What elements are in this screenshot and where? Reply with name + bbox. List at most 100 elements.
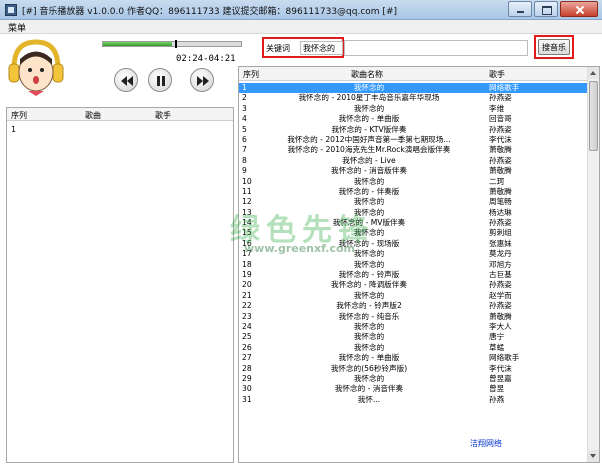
song-artist: 李代沫 <box>489 363 512 373</box>
song-row[interactable]: 19 我怀念的 - 铃声版 古巨基 <box>239 270 588 280</box>
song-row[interactable]: 18 我怀念的 邓旭方 <box>239 260 588 270</box>
song-name: 我怀念的 <box>353 103 385 113</box>
song-index: 3 <box>242 103 247 113</box>
vertical-scrollbar[interactable] <box>587 67 599 462</box>
song-row[interactable]: 23 我怀念的 - 纯音乐 萧敬腾 <box>239 312 588 322</box>
song-index: 2 <box>242 93 247 103</box>
playlist-col-index[interactable]: 序列 <box>11 110 27 121</box>
song-name: 我怀念的 - 降调版伴奏 <box>331 280 407 290</box>
song-row[interactable]: 25 我怀念的 唐宁 <box>239 332 588 342</box>
playlist-row[interactable]: 1 <box>11 125 16 134</box>
song-index: 5 <box>242 124 247 134</box>
song-index: 28 <box>242 363 252 373</box>
song-row[interactable]: 4 我怀念的 - 单曲版 回音哥 <box>239 114 588 124</box>
playlist-col-song[interactable]: 歌曲 <box>85 110 101 121</box>
keyword-input-extension[interactable] <box>344 40 528 56</box>
song-artist: 杨达琳 <box>489 207 512 217</box>
song-row[interactable]: 27 我怀念的 - 单曲版 网络歌手 <box>239 353 588 363</box>
song-row[interactable]: 9 我怀念的 - 消音版伴奏 萧敬腾 <box>239 166 588 176</box>
progress-bar[interactable] <box>102 40 242 48</box>
scroll-thumb[interactable] <box>589 81 598 151</box>
next-button[interactable] <box>190 68 214 92</box>
song-name: 我怀念的 - KTV版伴奏 <box>331 124 407 134</box>
song-index: 29 <box>242 373 252 383</box>
col-header-song-name[interactable]: 歌曲名称 <box>351 69 383 80</box>
song-artist: 李大人 <box>489 321 512 331</box>
song-index: 23 <box>242 311 252 321</box>
close-button[interactable] <box>560 1 598 17</box>
song-artist: 孙燕姿 <box>489 155 512 165</box>
col-header-index[interactable]: 序列 <box>243 69 259 80</box>
song-artist: 剪刺组 <box>489 228 512 238</box>
footer-link[interactable]: 洁翔网络 <box>470 438 502 449</box>
song-row[interactable]: 26 我怀念的 草蜢 <box>239 343 588 353</box>
song-name: 我怀念的 <box>353 321 385 331</box>
song-row[interactable]: 10 我怀念的 二珂 <box>239 177 588 187</box>
title-bar: [#] 音乐播放器 v1.0.0.0 作者QQ：896111733 建议提交邮箱… <box>0 0 602 20</box>
search-button-highlight: 搜音乐 <box>534 35 574 59</box>
song-row[interactable]: 6 我怀念的 - 2012中国好声音第一季第七期现场... 李代沫 <box>239 135 588 145</box>
previous-button[interactable] <box>114 68 138 92</box>
playlist-col-artist[interactable]: 歌手 <box>155 110 171 121</box>
song-row[interactable]: 22 我怀念的 - 铃声版2 孙燕姿 <box>239 301 588 311</box>
song-artist: 曾昱嘉 <box>489 373 512 383</box>
song-row[interactable]: 28 我怀念的(56秒铃声版) 李代沫 <box>239 364 588 374</box>
song-row[interactable]: 31 我怀... 孙燕 <box>239 395 588 405</box>
menu-bar: 菜单 <box>0 20 602 34</box>
song-row[interactable]: 11 我怀念的 - 伴奏版 萧敬腾 <box>239 187 588 197</box>
col-header-artist[interactable]: 歌手 <box>489 69 505 80</box>
song-row[interactable]: 30 我怀念的 - 消音伴奏 曾昱 <box>239 384 588 394</box>
song-index: 9 <box>242 166 247 176</box>
scroll-up-button[interactable] <box>588 67 599 79</box>
song-name: 我怀念的 - 消音版伴奏 <box>331 166 407 176</box>
song-name: 我怀念的 <box>353 259 385 269</box>
song-index: 19 <box>242 270 252 280</box>
song-artist: 孙燕姿 <box>489 301 512 311</box>
playlist-header: 序列 歌曲 歌手 <box>7 108 233 121</box>
search-music-button[interactable]: 搜音乐 <box>538 39 570 55</box>
song-name: 我怀念的 <box>353 290 385 300</box>
keyword-input[interactable] <box>300 41 343 55</box>
song-index: 24 <box>242 321 252 331</box>
maximize-button[interactable] <box>534 1 558 17</box>
song-name: 我怀念的 - 铃声版2 <box>336 301 402 311</box>
song-artist: 萧敬腾 <box>489 186 512 196</box>
song-row[interactable]: 3 我怀念的 李维 <box>239 104 588 114</box>
menu-item-main[interactable]: 菜单 <box>8 21 26 34</box>
song-row[interactable]: 29 我怀念的 曾昱嘉 <box>239 374 588 384</box>
song-index: 10 <box>242 176 252 186</box>
song-row[interactable]: 21 我怀念的 赵学而 <box>239 291 588 301</box>
song-index: 31 <box>242 394 252 404</box>
pause-button[interactable] <box>148 68 172 92</box>
song-row[interactable]: 24 我怀念的 李大人 <box>239 322 588 332</box>
minimize-button[interactable] <box>508 1 532 17</box>
avatar-icon <box>8 39 64 96</box>
song-row[interactable]: 7 我怀念的 - 2010海克先生Mr.Rock演唱会版伴奏 萧敬腾 <box>239 145 588 155</box>
scroll-down-button[interactable] <box>588 450 599 462</box>
song-row[interactable]: 1 我怀念的 网络歌手 <box>239 83 588 94</box>
song-index: 26 <box>242 342 252 352</box>
song-artist: 网络歌手 <box>489 83 520 92</box>
song-name: 我怀念的 <box>353 332 385 342</box>
song-list-header: 序列 歌曲名称 歌手 <box>239 67 588 81</box>
song-artist: 唐宁 <box>489 332 505 342</box>
song-row[interactable]: 20 我怀念的 - 降调版伴奏 孙燕姿 <box>239 280 588 290</box>
song-name: 我怀念的 - 2010星丁丰岛音乐嘉年华现场 <box>298 93 440 103</box>
song-artist: 孙燕姿 <box>489 124 512 134</box>
progress-fill <box>103 42 172 46</box>
song-row[interactable]: 5 我怀念的 - KTV版伴奏 孙燕姿 <box>239 125 588 135</box>
song-artist: 周笔畅 <box>489 197 512 207</box>
song-name: 我怀念的 - Live <box>342 155 396 165</box>
song-index: 20 <box>242 280 252 290</box>
song-artist: 莫龙丹 <box>489 249 512 259</box>
song-index: 21 <box>242 290 252 300</box>
song-artist: 邓旭方 <box>489 259 512 269</box>
song-artist: 张惠妹 <box>489 238 512 248</box>
progress-handle[interactable] <box>175 40 177 48</box>
song-name: 我怀... <box>357 394 381 404</box>
previous-icon <box>121 76 133 86</box>
song-row[interactable]: 8 我怀念的 - Live 孙燕姿 <box>239 156 588 166</box>
song-index: 25 <box>242 332 252 342</box>
song-row[interactable]: 2 我怀念的 - 2010星丁丰岛音乐嘉年华现场 孙燕姿 <box>239 93 588 103</box>
pause-icon <box>157 76 165 86</box>
